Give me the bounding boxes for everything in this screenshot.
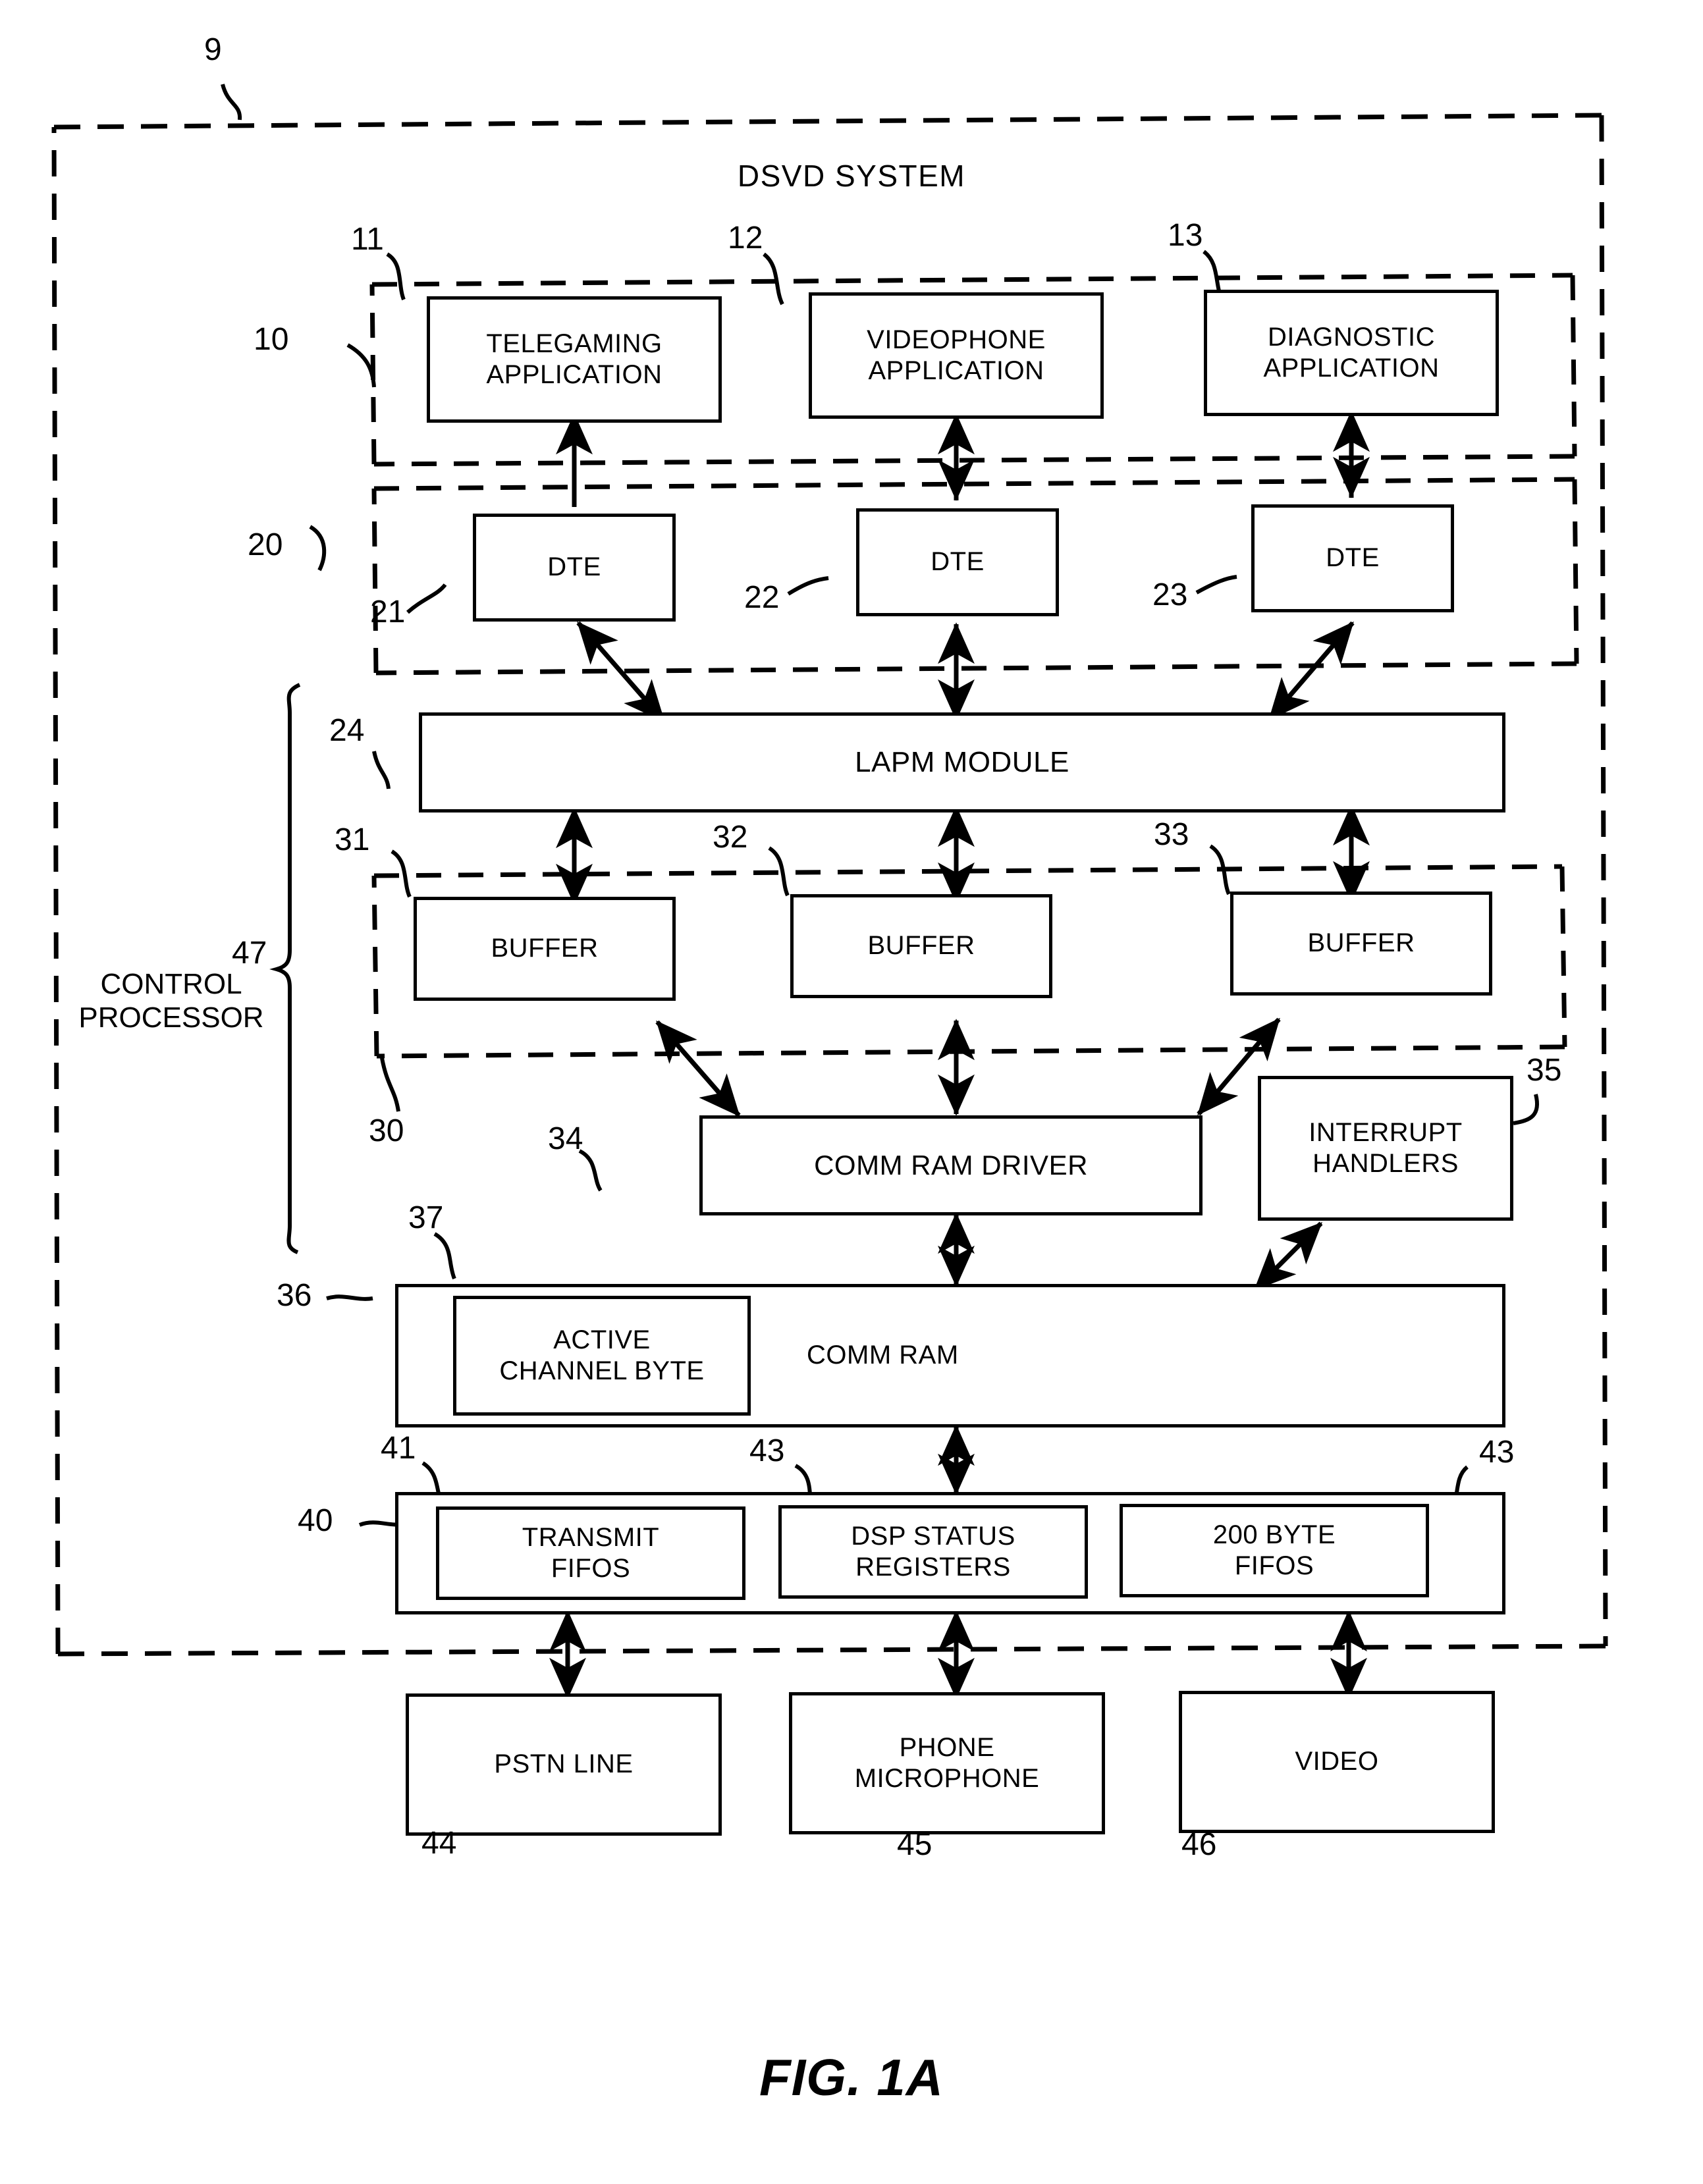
- leader-30: [380, 1057, 400, 1112]
- buffer-3-label: BUFFER: [1307, 928, 1415, 958]
- dte-3-box[interactable]: DTE: [1251, 504, 1454, 612]
- ref-40: 40: [298, 1503, 333, 1538]
- ref-37: 37: [408, 1200, 444, 1235]
- ref-24: 24: [329, 713, 365, 748]
- system-title: DSVD SYSTEM: [737, 159, 966, 193]
- ref-13: 13: [1168, 218, 1203, 253]
- ref-46: 46: [1181, 1827, 1217, 1862]
- comm-ram-driver-box[interactable]: COMM RAM DRIVER: [699, 1115, 1203, 1215]
- ref-45: 45: [897, 1827, 933, 1862]
- dte-1-label: DTE: [547, 552, 601, 582]
- ref-10: 10: [254, 322, 289, 357]
- ref-44: 44: [421, 1826, 457, 1861]
- leader-35: [1513, 1094, 1539, 1125]
- leader-24: [372, 751, 391, 789]
- pstn-line-box[interactable]: PSTN LINE: [406, 1693, 722, 1836]
- ref-33: 33: [1154, 817, 1189, 852]
- buffer-2-box[interactable]: BUFFER: [790, 894, 1052, 998]
- control-processor-label: CONTROL PROCESSOR: [78, 968, 264, 1034]
- ref-41: 41: [381, 1431, 416, 1466]
- diagnostic-application-box[interactable]: DIAGNOSTIC APPLICATION: [1204, 290, 1499, 416]
- ref-23: 23: [1152, 577, 1188, 612]
- ref-36: 36: [277, 1278, 312, 1313]
- dsp-status-registers-label: DSP STATUS REGISTERS: [851, 1521, 1015, 1582]
- ref-43-middle: 43: [749, 1433, 785, 1468]
- diagnostic-application-label: DIAGNOSTIC APPLICATION: [1263, 322, 1440, 383]
- dte-2-label: DTE: [931, 547, 985, 577]
- leader-37: [433, 1232, 456, 1280]
- ref-9: 9: [204, 32, 222, 67]
- figure-label: FIG. 1A: [759, 2048, 944, 2106]
- interrupt-handlers-label: INTERRUPT HANDLERS: [1309, 1117, 1463, 1178]
- buffer-3-box[interactable]: BUFFER: [1230, 892, 1492, 996]
- ref-12: 12: [728, 221, 763, 255]
- interrupt-handlers-box[interactable]: INTERRUPT HANDLERS: [1258, 1076, 1513, 1221]
- dte-2-box[interactable]: DTE: [856, 508, 1059, 616]
- ref-32: 32: [713, 820, 748, 855]
- leader-9: [221, 84, 242, 120]
- ref-30: 30: [369, 1113, 404, 1148]
- telegaming-application-box[interactable]: TELEGAMING APPLICATION: [427, 296, 722, 423]
- lapm-module-label: LAPM MODULE: [855, 746, 1069, 779]
- dte-3-label: DTE: [1326, 543, 1380, 573]
- byte-fifos-box[interactable]: 200 BYTE FIFOS: [1120, 1504, 1429, 1597]
- ref-20: 20: [248, 527, 283, 562]
- ref-11: 11: [351, 222, 384, 257]
- pstn-line-label: PSTN LINE: [494, 1749, 634, 1779]
- comm-ram-driver-label: COMM RAM DRIVER: [814, 1150, 1088, 1181]
- transmit-fifos-box[interactable]: TRANSMIT FIFOS: [436, 1506, 745, 1600]
- leader-36: [326, 1294, 373, 1301]
- buffer-2-label: BUFFER: [867, 931, 975, 961]
- ref-43-right: 43: [1479, 1435, 1515, 1470]
- active-channel-byte-box[interactable]: ACTIVE CHANNEL BYTE: [453, 1296, 751, 1416]
- buffer-1-label: BUFFER: [491, 934, 599, 963]
- dte-1-box[interactable]: DTE: [473, 514, 676, 622]
- video-label: VIDEO: [1295, 1747, 1379, 1776]
- dsp-status-registers-box[interactable]: DSP STATUS REGISTERS: [778, 1505, 1088, 1599]
- byte-fifos-label: 200 BYTE FIFOS: [1212, 1520, 1336, 1580]
- video-box[interactable]: VIDEO: [1179, 1691, 1495, 1833]
- patent-figure-page: DSVD SYSTEM 9 TELEGAMING APPLICATION 11 V…: [0, 0, 1703, 2184]
- phone-microphone-label: PHONE MICROPHONE: [854, 1732, 1040, 1793]
- buffer-1-box[interactable]: BUFFER: [414, 897, 676, 1001]
- transmit-fifos-label: TRANSMIT FIFOS: [522, 1522, 660, 1583]
- telegaming-application-label: TELEGAMING APPLICATION: [486, 329, 662, 389]
- ref-47: 47: [232, 936, 267, 971]
- leader-34: [578, 1149, 603, 1192]
- videophone-application-box[interactable]: VIDEOPHONE APPLICATION: [809, 292, 1104, 419]
- ref-35: 35: [1527, 1053, 1562, 1088]
- lapm-module-box[interactable]: LAPM MODULE: [419, 712, 1505, 812]
- active-channel-byte-label: ACTIVE CHANNEL BYTE: [499, 1325, 705, 1385]
- leader-47-bracket: [269, 683, 301, 1254]
- ref-22: 22: [744, 580, 780, 615]
- ref-31: 31: [335, 822, 370, 857]
- videophone-application-label: VIDEOPHONE APPLICATION: [867, 325, 1046, 385]
- ref-21: 21: [370, 595, 406, 629]
- phone-microphone-box[interactable]: PHONE MICROPHONE: [789, 1692, 1105, 1834]
- ref-34: 34: [548, 1121, 583, 1156]
